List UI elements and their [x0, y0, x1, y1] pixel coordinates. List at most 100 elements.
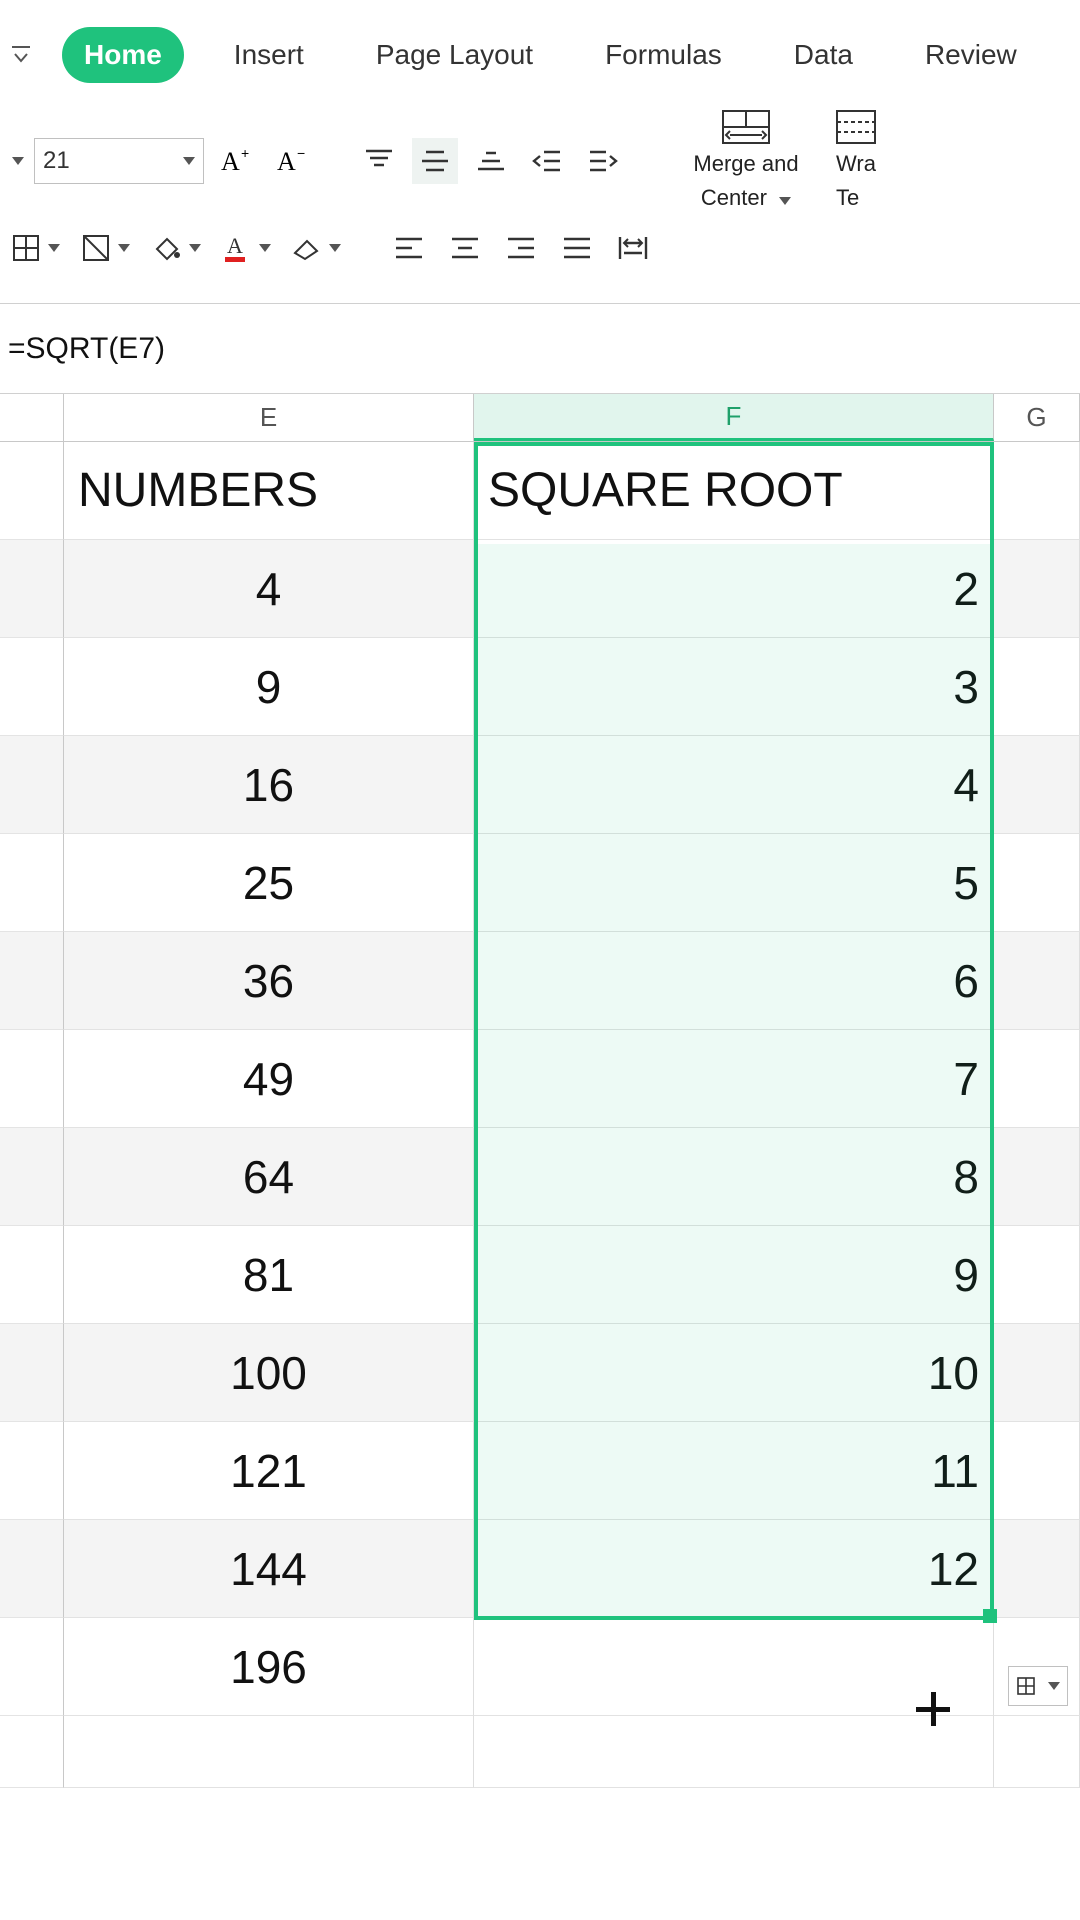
justify-icon[interactable] [554, 225, 600, 271]
cell[interactable]: 4 [64, 540, 474, 638]
cell[interactable]: 9 [64, 638, 474, 736]
decrease-indent-icon[interactable] [524, 138, 570, 184]
row-header[interactable] [0, 540, 64, 638]
cell[interactable] [474, 1618, 994, 1716]
cell[interactable] [994, 1716, 1080, 1788]
row-header[interactable] [0, 1716, 64, 1788]
cell[interactable]: 25 [64, 834, 474, 932]
table-row: 144 12 [0, 1520, 1080, 1618]
align-right-icon[interactable] [498, 225, 544, 271]
row-header[interactable] [0, 1030, 64, 1128]
column-header-G[interactable]: G [994, 394, 1080, 441]
table-row: 49 7 [0, 1030, 1080, 1128]
increase-font-icon[interactable]: A+ [214, 138, 260, 184]
autofill-options-button[interactable] [1008, 1666, 1068, 1706]
row-header[interactable] [0, 1128, 64, 1226]
cell[interactable]: 100 [64, 1324, 474, 1422]
row-header[interactable] [0, 1618, 64, 1716]
spreadsheet-grid[interactable]: E F G NUMBERS SQUARE ROOT 4 2 9 3 16 4 2… [0, 394, 1080, 1788]
row-header[interactable] [0, 932, 64, 1030]
cell[interactable]: 121 [64, 1422, 474, 1520]
tab-data[interactable]: Data [772, 27, 875, 83]
decrease-font-icon[interactable]: A− [270, 138, 316, 184]
cell[interactable]: 4 [474, 736, 994, 834]
cell[interactable] [994, 1030, 1080, 1128]
cell[interactable] [994, 834, 1080, 932]
cell[interactable] [994, 540, 1080, 638]
row-header[interactable] [0, 1226, 64, 1324]
clear-format-button[interactable] [286, 225, 346, 271]
cell[interactable]: 36 [64, 932, 474, 1030]
align-middle-icon[interactable] [412, 138, 458, 184]
align-bottom-icon[interactable] [468, 138, 514, 184]
tab-home[interactable]: Home [62, 27, 184, 83]
cell[interactable]: 64 [64, 1128, 474, 1226]
row-header[interactable] [0, 834, 64, 932]
wrap-text-button[interactable]: Wra Te [836, 110, 896, 211]
cell-style-button[interactable] [76, 225, 136, 271]
cell[interactable]: 3 [474, 638, 994, 736]
cell[interactable] [994, 736, 1080, 834]
cell[interactable] [994, 1128, 1080, 1226]
autofill-options-icon [1016, 1676, 1036, 1696]
column-header-F[interactable]: F [474, 394, 994, 441]
svg-text:A: A [277, 147, 296, 176]
merge-center-button[interactable]: Merge and Center [666, 110, 826, 211]
row-header[interactable] [0, 442, 64, 540]
cell[interactable] [64, 1716, 474, 1788]
tab-formulas[interactable]: Formulas [583, 27, 744, 83]
row-header[interactable] [0, 638, 64, 736]
cell[interactable]: 12 [474, 1520, 994, 1618]
cell-sqroot-header[interactable]: SQUARE ROOT [474, 442, 994, 540]
cell[interactable]: 10 [474, 1324, 994, 1422]
font-name-dropdown[interactable] [6, 157, 24, 165]
fill-color-button[interactable] [146, 225, 206, 271]
cell[interactable] [994, 1324, 1080, 1422]
row-header[interactable] [0, 1422, 64, 1520]
borders-button[interactable] [6, 225, 66, 271]
tab-insert[interactable]: Insert [212, 27, 326, 83]
row-header[interactable] [0, 1324, 64, 1422]
align-left-icon[interactable] [386, 225, 432, 271]
cell[interactable] [994, 442, 1080, 540]
align-top-icon[interactable] [356, 138, 402, 184]
formula-bar-text: =SQRT(E7) [8, 332, 165, 366]
cell[interactable] [994, 1226, 1080, 1324]
font-color-icon: A [221, 233, 251, 263]
formula-bar[interactable]: =SQRT(E7) [0, 304, 1080, 394]
cell[interactable]: 196 [64, 1618, 474, 1716]
distributed-align-icon[interactable] [610, 225, 656, 271]
cell[interactable]: 6 [474, 932, 994, 1030]
select-all-corner[interactable] [0, 394, 64, 441]
font-size-input[interactable]: 21 [34, 138, 204, 184]
cell[interactable]: 2 [474, 540, 994, 638]
quick-access-dropdown-icon[interactable] [8, 42, 34, 68]
tab-review[interactable]: Review [903, 27, 1039, 83]
cell[interactable]: 9 [474, 1226, 994, 1324]
cell[interactable] [474, 1716, 994, 1788]
cell[interactable] [994, 638, 1080, 736]
cell[interactable] [994, 1422, 1080, 1520]
paint-bucket-icon [151, 235, 181, 261]
cell[interactable]: 49 [64, 1030, 474, 1128]
align-center-icon[interactable] [442, 225, 488, 271]
table-row: 25 5 [0, 834, 1080, 932]
cell[interactable]: 7 [474, 1030, 994, 1128]
cell[interactable] [994, 932, 1080, 1030]
cell[interactable]: 16 [64, 736, 474, 834]
font-color-button[interactable]: A [216, 225, 276, 271]
row-header[interactable] [0, 1520, 64, 1618]
cell[interactable]: 144 [64, 1520, 474, 1618]
cell[interactable]: 8 [474, 1128, 994, 1226]
increase-indent-icon[interactable] [580, 138, 626, 184]
table-header-row: NUMBERS SQUARE ROOT [0, 442, 1080, 540]
cell[interactable]: 5 [474, 834, 994, 932]
row-header[interactable] [0, 736, 64, 834]
cell[interactable]: 11 [474, 1422, 994, 1520]
tab-page-layout[interactable]: Page Layout [354, 27, 555, 83]
column-header-E[interactable]: E [64, 394, 474, 441]
cell[interactable]: 81 [64, 1226, 474, 1324]
cell-numbers-header[interactable]: NUMBERS [64, 442, 474, 540]
cell[interactable] [994, 1520, 1080, 1618]
merge-label-2: Center [701, 185, 767, 210]
